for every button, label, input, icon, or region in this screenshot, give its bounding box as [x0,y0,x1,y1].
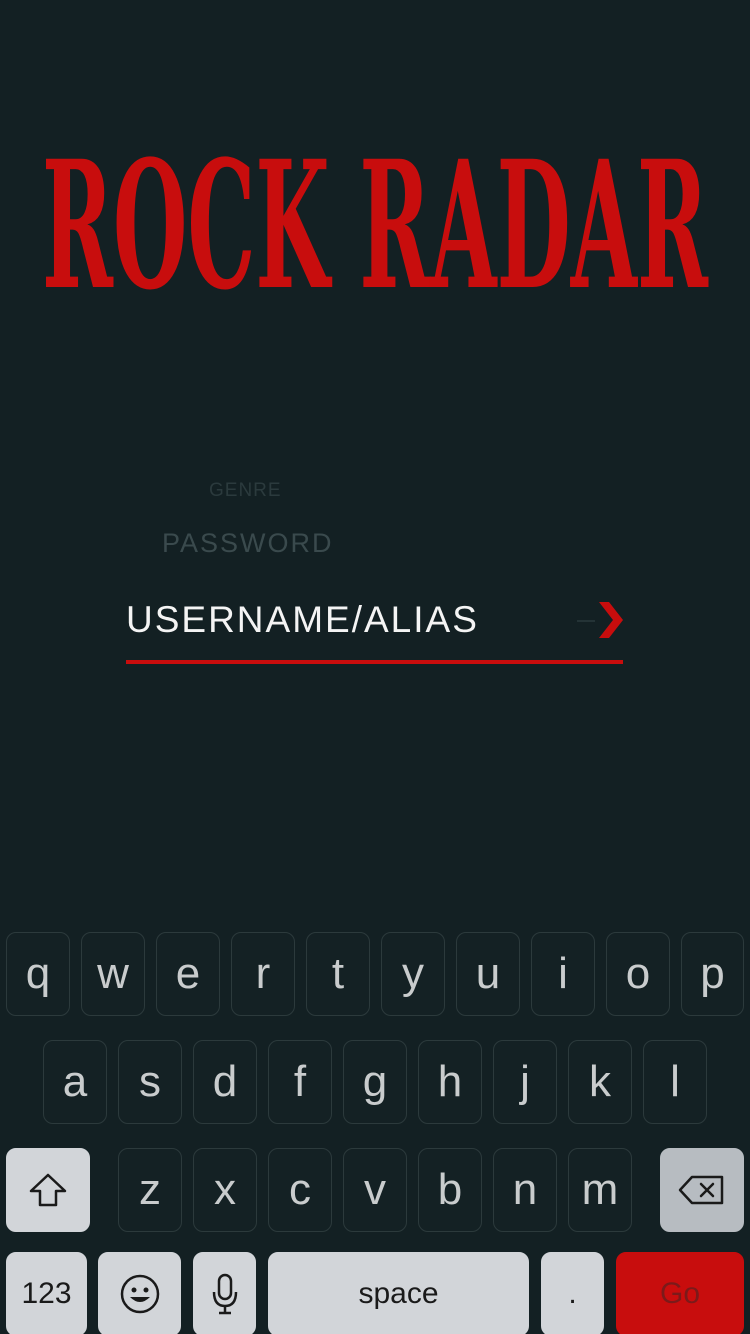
shift-arrow-icon [29,1173,67,1207]
key-r[interactable]: r [231,932,295,1016]
key-e[interactable]: e [156,932,220,1016]
key-a[interactable]: a [43,1040,107,1124]
logo-text: ROCK RADAR [42,140,709,300]
keyboard: q w e r t y u i o p a s d f g h j k l z … [0,918,750,1334]
emoji-icon [120,1274,159,1314]
username-underline [126,660,623,664]
key-v[interactable]: v [343,1148,407,1232]
username-input[interactable]: USERNAME/ALIAS [126,596,479,644]
logo: ROCK RADAR [30,140,720,300]
key-o[interactable]: o [606,932,670,1016]
key-b[interactable]: b [418,1148,482,1232]
key-h[interactable]: h [418,1040,482,1124]
backspace-key[interactable] [660,1148,744,1232]
username-field[interactable]: USERNAME/ALIAS [126,596,623,664]
key-w[interactable]: w [81,932,145,1016]
key-c[interactable]: c [268,1148,332,1232]
key-l[interactable]: l [643,1040,707,1124]
space-key[interactable]: space [268,1252,529,1334]
go-key[interactable]: Go [616,1252,744,1334]
key-k[interactable]: k [568,1040,632,1124]
key-j[interactable]: j [493,1040,557,1124]
key-s[interactable]: s [118,1040,182,1124]
key-m[interactable]: m [568,1148,632,1232]
emoji-key[interactable] [98,1252,181,1334]
microphone-key[interactable] [193,1252,256,1334]
key-u[interactable]: u [456,932,520,1016]
key-t[interactable]: t [306,932,370,1016]
logo-wordmark: ROCK RADAR [42,140,709,300]
genre-label[interactable]: GENRE [209,480,282,502]
key-x[interactable]: x [193,1148,257,1232]
next-button[interactable] [575,598,623,642]
key-f[interactable]: f [268,1040,332,1124]
login-screen: ROCK RADAR GENRE PASSWORD USERNAME/ALIAS… [0,0,750,1334]
key-z[interactable]: z [118,1148,182,1232]
password-label[interactable]: PASSWORD [162,528,334,559]
key-p[interactable]: p [681,932,744,1016]
key-i[interactable]: i [531,932,595,1016]
key-q[interactable]: q [6,932,70,1016]
shift-key[interactable] [6,1148,90,1232]
key-n[interactable]: n [493,1148,557,1232]
key-g[interactable]: g [343,1040,407,1124]
microphone-icon [212,1273,237,1315]
chevron-right-icon [599,602,623,638]
key-y[interactable]: y [381,932,445,1016]
period-key[interactable]: . [541,1252,604,1334]
numbers-key[interactable]: 123 [6,1252,87,1334]
key-d[interactable]: d [193,1040,257,1124]
backspace-icon [678,1175,724,1205]
